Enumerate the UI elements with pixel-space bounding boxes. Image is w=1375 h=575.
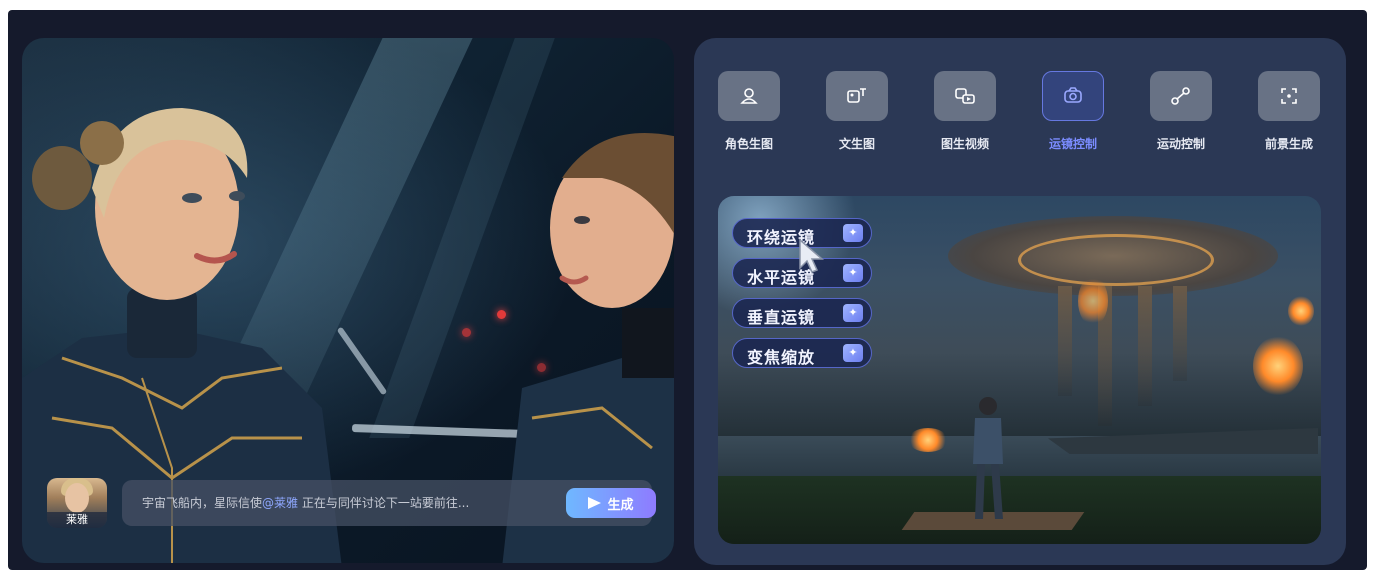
tool-text-to-image[interactable]: 文生图 [812,71,902,161]
generate-button-label: 生成 [607,497,634,513]
character-avatar[interactable]: 莱雅 [47,478,107,528]
camera-move-zoom[interactable]: 变焦缩放 ✦ [732,338,872,368]
tool-label: 图生视频 [940,137,989,151]
tool-motion-control[interactable]: 运动控制 [1136,71,1226,161]
scene-fire [1288,296,1314,326]
send-icon [588,497,602,509]
tool-label: 前景生成 [1264,137,1313,151]
camera-move-vertical[interactable]: 垂直运镜 ✦ [732,298,872,328]
scene-person [973,397,1003,519]
camera-icon [1064,87,1082,103]
tool-tile [718,71,780,121]
tool-tile [1258,71,1320,121]
avatar-face [65,483,89,513]
sparkle-icon: ✦ [843,344,863,362]
scene-fire [1078,276,1108,326]
tool-camera-control[interactable]: 运镜控制 [1028,71,1118,161]
camera-move-label: 垂直运镜 [747,308,816,327]
tool-tile [934,71,996,121]
tool-bar: 角色生图 文生图 图生视频 运镜控制 运动控制 前景生成 [694,71,1346,161]
tool-image-to-video[interactable]: 图生视频 [920,71,1010,161]
tool-tile [1150,71,1212,121]
motion-nodes-icon [1171,87,1190,105]
tool-label: 运镜控制 [1048,137,1097,151]
background-red-light [462,328,471,337]
prompt-text: 宇宙飞船内，星际信使@莱雅 正在与同伴讨论下一站要前往... [142,494,469,511]
focus-frame-icon [1281,88,1297,104]
camera-preview-scene: 环绕运镜 ✦ 水平运镜 ✦ 垂直运镜 ✦ 变焦缩放 ✦ [718,196,1321,544]
preview-image-card: 莱雅 宇宙飞船内，星际信使@莱雅 正在与同伴讨论下一站要前往... 生成 [22,38,674,563]
scene-pillar [1138,286,1152,406]
prompt-input[interactable]: 宇宙飞船内，星际信使@莱雅 正在与同伴讨论下一站要前往... 生成 [122,480,656,526]
scene-pillar [1173,286,1187,381]
scene-ground [718,476,1321,544]
tool-character-image[interactable]: 角色生图 [704,71,794,161]
sparkle-icon: ✦ [843,304,863,322]
camera-move-label: 变焦缩放 [747,348,816,367]
prompt-suffix: 正在与同伴讨论下一站要前往... [298,496,470,510]
feature-panel: 角色生图 文生图 图生视频 运镜控制 运动控制 前景生成 环绕运镜 ✦ 水平运镜… [694,38,1346,565]
scene-ship [1048,428,1318,454]
text-image-icon [847,88,866,103]
image-video-icon [955,88,975,104]
tool-tile [826,71,888,121]
tool-label: 角色生图 [724,137,773,151]
prompt-prefix: 宇宙飞船内，星际信使 [142,496,263,510]
scene-structure-ring [1018,234,1214,286]
scene-fire [908,428,948,452]
person-icon [740,88,758,104]
tool-label: 运动控制 [1156,137,1205,151]
sparkle-icon: ✦ [843,264,863,282]
tool-tile [1042,71,1104,121]
scene-fire [1253,336,1303,396]
avatar-name: 莱雅 [47,512,107,528]
sparkle-icon: ✦ [843,224,863,242]
tool-label: 文生图 [838,137,875,151]
tool-foreground-generation[interactable]: 前景生成 [1244,71,1334,161]
generate-button[interactable]: 生成 [566,488,656,518]
prompt-row: 莱雅 宇宙飞船内，星际信使@莱雅 正在与同伴讨论下一站要前往... 生成 [44,478,664,538]
mouse-cursor-icon [799,238,825,273]
scene-pillar [1058,286,1072,396]
prompt-mention[interactable]: @莱雅 [262,496,298,510]
